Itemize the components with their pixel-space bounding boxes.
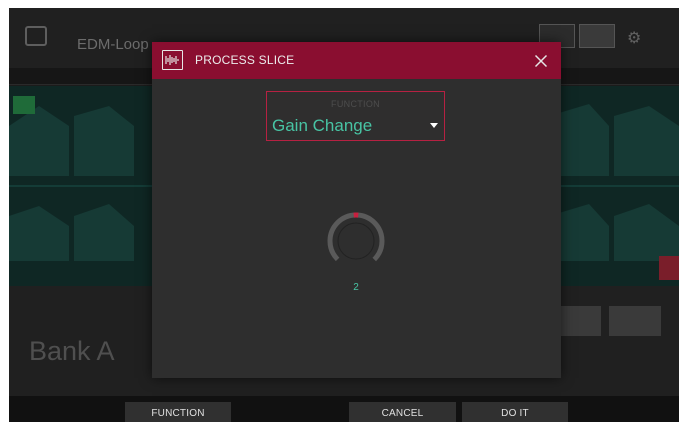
knob-value: 2 <box>353 282 359 293</box>
background-function-bar <box>9 396 679 422</box>
caret-down-icon <box>430 123 438 128</box>
gain-knob[interactable] <box>323 208 389 274</box>
waveform-slice-icon <box>162 50 183 70</box>
background-track-title: EDM-Loop <box>77 36 149 53</box>
function-select[interactable]: FUNCTION Gain Change <box>266 91 445 141</box>
function-select-value: Gain Change <box>272 116 373 135</box>
background-panel-button <box>609 306 661 336</box>
dialog-header: PROCESS SLICE <box>152 42 561 79</box>
background-back-icon <box>25 26 47 46</box>
function-button[interactable]: FUNCTION <box>125 402 231 422</box>
cancel-button[interactable]: CANCEL <box>349 402 456 422</box>
background-slice-end-marker <box>659 256 679 280</box>
function-select-label: FUNCTION <box>331 99 380 109</box>
background-search-tool <box>579 24 615 48</box>
app-screen: EDM-Loop ⚙ Bank A PROCESS SLICE FUNCTION… <box>9 8 679 422</box>
background-slice-start-marker <box>13 96 35 114</box>
process-slice-dialog: PROCESS SLICE FUNCTION Gain Change 2 <box>152 42 561 378</box>
close-button[interactable] <box>530 50 552 72</box>
do-it-button[interactable]: DO IT <box>462 402 568 422</box>
knob-cap <box>337 222 375 260</box>
close-icon <box>534 54 548 68</box>
dialog-title: PROCESS SLICE <box>195 53 295 67</box>
background-bank-label: Bank A <box>29 336 115 366</box>
background-gear-icon: ⚙ <box>627 30 642 47</box>
